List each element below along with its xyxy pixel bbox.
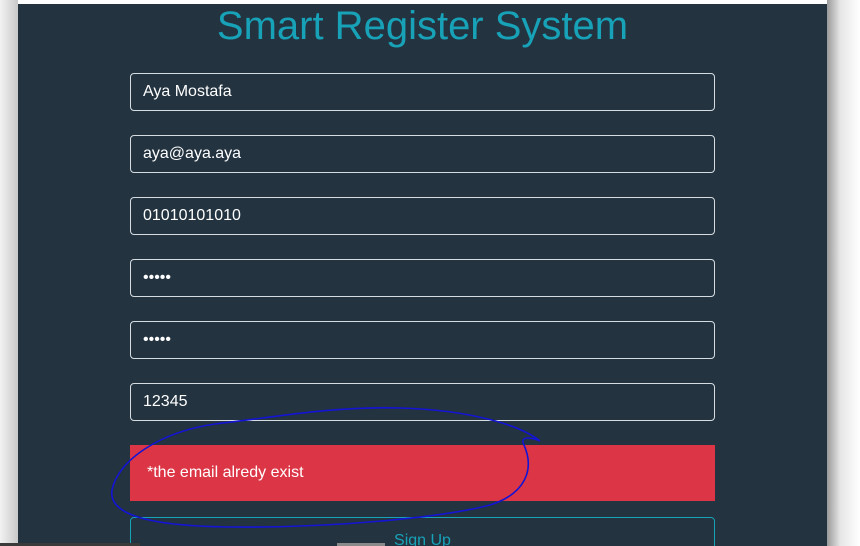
password-input[interactable] <box>130 259 715 297</box>
sign-up-button[interactable]: Sign Up <box>130 517 715 546</box>
name-input[interactable] <box>130 73 715 111</box>
code-input[interactable] <box>130 383 715 421</box>
page-right-margin <box>827 0 860 546</box>
phone-input[interactable] <box>130 197 715 235</box>
error-message: *the email alredy exist <box>147 464 304 481</box>
error-alert: *the email alredy exist <box>130 445 715 501</box>
confirm-password-input[interactable] <box>130 321 715 359</box>
page-title: Smart Register System <box>216 4 629 48</box>
page-left-margin <box>0 0 18 546</box>
email-input[interactable] <box>130 135 715 173</box>
